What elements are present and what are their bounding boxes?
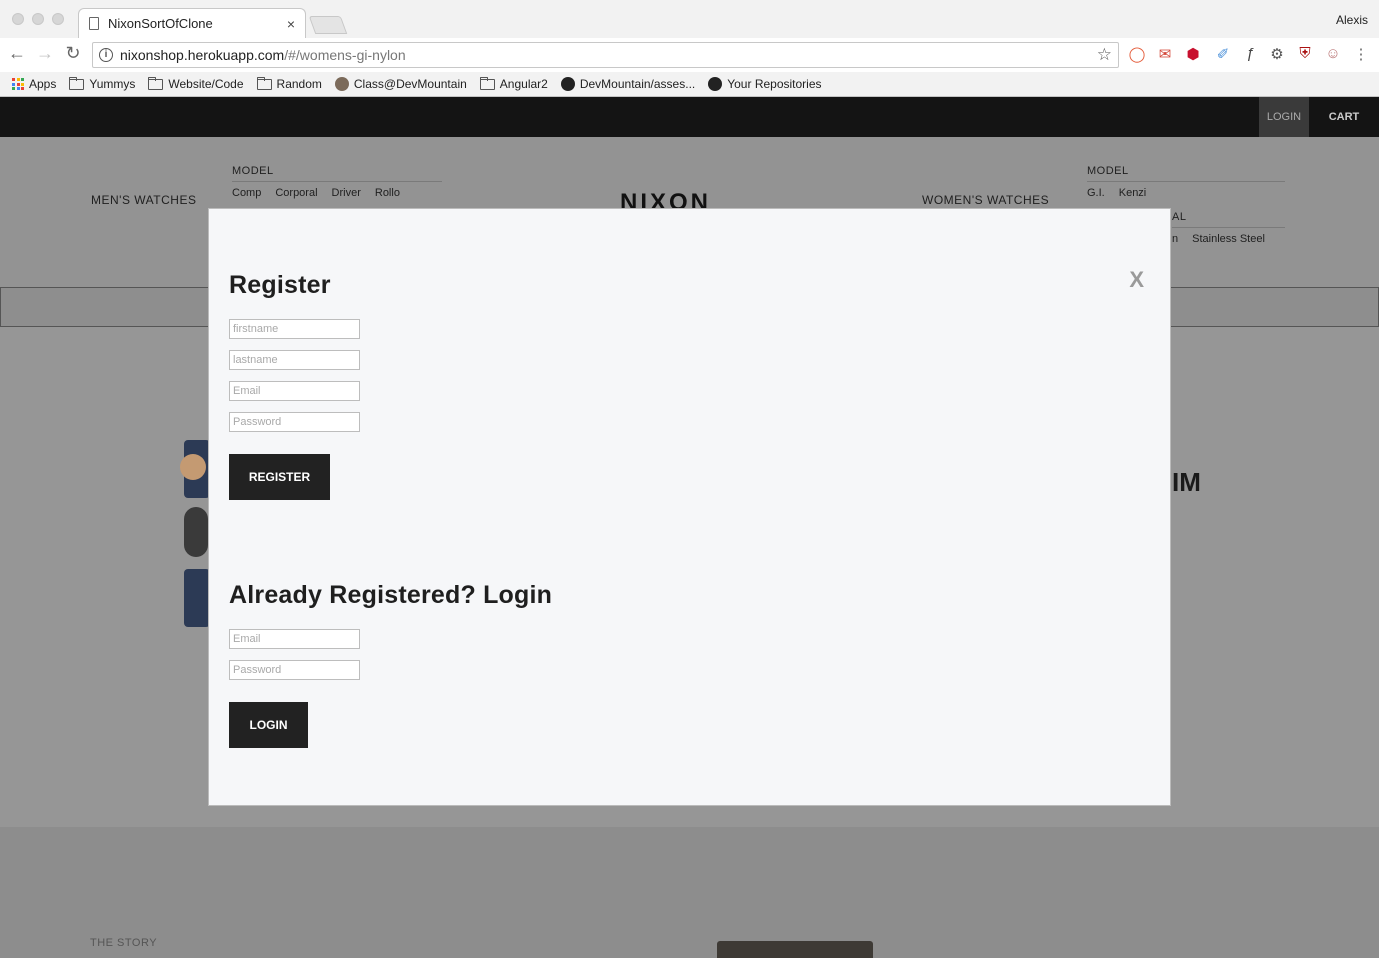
mens-model-link[interactable]: Corporal bbox=[275, 187, 317, 199]
browser-toolbar: ← → ↻ i nixonshop.herokuapp.com/#/womens… bbox=[0, 38, 1379, 72]
womens-model-link[interactable]: Kenzi bbox=[1119, 187, 1147, 199]
topbar-cart-link[interactable]: CART bbox=[1309, 97, 1379, 137]
auth-modal: X Register REGISTER Already Registered? … bbox=[208, 208, 1171, 806]
register-heading: Register bbox=[229, 271, 331, 299]
info-icon[interactable]: i bbox=[99, 48, 113, 62]
mens-model-link[interactable]: Comp bbox=[232, 187, 261, 199]
womens-watches-link[interactable]: WOMEN'S WATCHES bbox=[922, 193, 1049, 207]
menu-kebab-icon[interactable]: ⋮ bbox=[1351, 45, 1371, 63]
womens-model-menu: MODEL G.I. Kenzi bbox=[1087, 165, 1285, 199]
login-heading: Already Registered? Login bbox=[229, 581, 553, 609]
adblock-extension-icon[interactable]: ⬢ bbox=[1183, 45, 1203, 63]
login-button[interactable]: LOGIN bbox=[229, 702, 308, 748]
bookmark-devmountain-assess[interactable]: DevMountain/asses... bbox=[560, 77, 695, 91]
bookmark-website-code[interactable]: Website/Code bbox=[148, 76, 244, 91]
mens-model-header: MODEL bbox=[232, 165, 442, 182]
maximize-window-button[interactable] bbox=[52, 13, 64, 25]
register-email-input[interactable] bbox=[229, 381, 360, 401]
site-lower-section: THE STORY bbox=[0, 827, 1379, 958]
back-arrow-icon[interactable]: ← bbox=[5, 43, 29, 64]
topbar-login-link[interactable]: LOGIN bbox=[1259, 97, 1309, 137]
owl-icon bbox=[334, 77, 349, 91]
close-icon[interactable]: X bbox=[1129, 267, 1144, 293]
ublock-extension-icon[interactable]: ⛨ bbox=[1295, 45, 1315, 62]
womens-model-header: MODEL bbox=[1087, 165, 1285, 182]
lastname-input[interactable] bbox=[229, 350, 360, 370]
opera-extension-icon[interactable]: ◯ bbox=[1127, 45, 1147, 63]
browser-tab[interactable]: NixonSortOfClone × bbox=[78, 8, 306, 38]
folder-icon bbox=[148, 76, 164, 90]
watch-product-image[interactable] bbox=[184, 507, 208, 557]
mens-model-link[interactable]: Rollo bbox=[375, 187, 400, 199]
dropper-extension-icon[interactable]: ✐ bbox=[1213, 45, 1233, 63]
watch-product-image[interactable] bbox=[184, 569, 210, 627]
gmail-extension-icon[interactable]: ✉ bbox=[1155, 45, 1175, 63]
folder-icon bbox=[69, 76, 85, 90]
bookmark-star-icon[interactable]: ☆ bbox=[1097, 45, 1112, 65]
bookmark-your-repositories[interactable]: Your Repositories bbox=[708, 77, 822, 91]
apps-grid-icon bbox=[12, 78, 24, 90]
tab-close-icon[interactable]: × bbox=[287, 16, 295, 32]
close-window-button[interactable] bbox=[12, 13, 24, 25]
register-button[interactable]: REGISTER bbox=[229, 454, 330, 500]
womens-material-menu: AL n Stainless Steel bbox=[1172, 211, 1285, 245]
bookmark-apps[interactable]: Apps bbox=[12, 77, 56, 91]
folder-icon bbox=[479, 76, 495, 90]
reload-icon[interactable]: ↻ bbox=[61, 43, 85, 64]
bookmark-class-devmountain[interactable]: Class@DevMountain bbox=[334, 77, 467, 91]
womens-material-header: AL bbox=[1172, 211, 1285, 228]
story-heading: THE STORY bbox=[90, 937, 158, 949]
font-extension-icon[interactable]: ƒ bbox=[1240, 45, 1260, 62]
site-topbar: LOGIN CART bbox=[0, 97, 1379, 137]
firstname-input[interactable] bbox=[229, 319, 360, 339]
womens-material-link[interactable]: n bbox=[1172, 233, 1178, 245]
window-controls bbox=[12, 13, 64, 25]
mens-watches-link[interactable]: MEN'S WATCHES bbox=[91, 193, 196, 207]
story-image bbox=[717, 941, 873, 958]
github-icon bbox=[560, 77, 575, 91]
github-icon bbox=[708, 77, 723, 91]
browser-chrome: NixonSortOfClone × Alexis ← → ↻ i nixons… bbox=[0, 0, 1379, 97]
register-password-input[interactable] bbox=[229, 412, 360, 432]
folder-icon bbox=[256, 76, 272, 90]
tab-title: NixonSortOfClone bbox=[108, 16, 213, 31]
profile-name[interactable]: Alexis bbox=[1336, 13, 1368, 27]
bookmark-yummys[interactable]: Yummys bbox=[69, 76, 135, 91]
hero-heading: IM bbox=[1172, 467, 1201, 497]
login-password-input[interactable] bbox=[229, 660, 360, 680]
document-icon bbox=[89, 17, 99, 30]
new-tab-button[interactable] bbox=[308, 16, 348, 34]
bookmark-angular2[interactable]: Angular2 bbox=[479, 76, 548, 91]
avatar-extension-icon[interactable]: ☺ bbox=[1323, 45, 1343, 62]
forward-arrow-icon[interactable]: → bbox=[33, 43, 57, 64]
url-text: nixonshop.herokuapp.com/#/womens-gi-nylo… bbox=[120, 47, 406, 63]
settings-gear-icon[interactable]: ⚙ bbox=[1267, 45, 1287, 63]
address-bar[interactable]: i nixonshop.herokuapp.com/#/womens-gi-ny… bbox=[92, 42, 1119, 68]
womens-model-link[interactable]: G.I. bbox=[1087, 187, 1105, 199]
minimize-window-button[interactable] bbox=[32, 13, 44, 25]
mens-model-link[interactable]: Driver bbox=[332, 187, 361, 199]
mens-model-menu: MODEL Comp Corporal Driver Rollo bbox=[232, 165, 442, 199]
bookmark-random[interactable]: Random bbox=[256, 76, 322, 91]
watch-product-image[interactable] bbox=[180, 440, 210, 498]
login-email-input[interactable] bbox=[229, 629, 360, 649]
bookmarks-bar: Apps Yummys Website/Code Random Class@De… bbox=[0, 72, 1379, 96]
womens-material-link[interactable]: Stainless Steel bbox=[1192, 233, 1265, 245]
